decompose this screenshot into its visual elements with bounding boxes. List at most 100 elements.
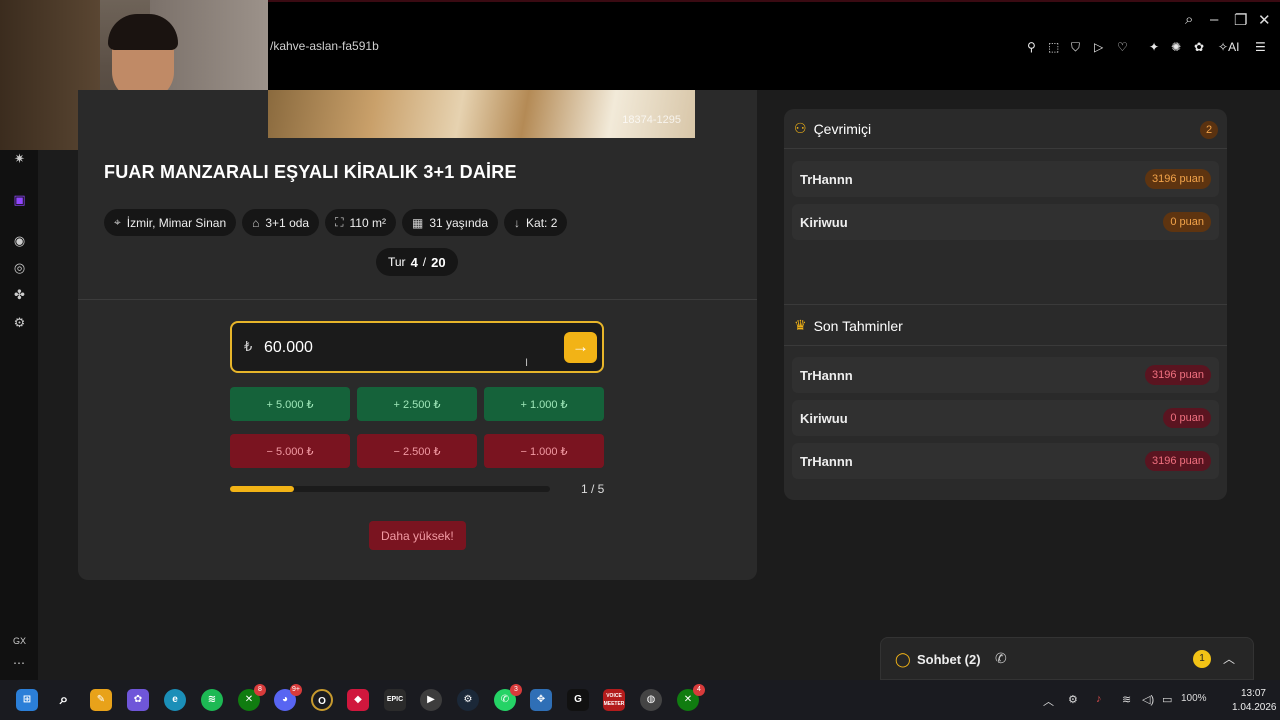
- game-launcher-icon[interactable]: ◆: [347, 689, 369, 711]
- taskbar-clock[interactable]: 13:07 1.04.2026: [1232, 687, 1277, 715]
- screenshot-icon[interactable]: ⬚: [1048, 40, 1059, 54]
- discord-icon[interactable]: ◕ 9+: [274, 684, 302, 711]
- epic-games-icon[interactable]: EPIC: [384, 689, 406, 711]
- microphone-icon[interactable]: ♪: [1096, 693, 1102, 705]
- sidebar-aria-icon[interactable]: ✷: [11, 150, 28, 167]
- clock-date: 1.04.2026: [1232, 702, 1277, 713]
- recent-title: Son Tahminler: [813, 317, 903, 334]
- player-name: TrHannn: [800, 367, 853, 383]
- steam-icon[interactable]: ⚙: [457, 689, 479, 711]
- heart-icon[interactable]: ♡: [1117, 40, 1128, 54]
- recent-guesses-header: ♛ Son Tahminler: [784, 306, 1227, 346]
- mod-icon[interactable]: ✺: [1171, 40, 1181, 54]
- gx-label[interactable]: GX: [13, 636, 26, 646]
- search-icon[interactable]: ⌕: [1185, 11, 1193, 28]
- xbox-icon[interactable]: ✕ 8: [238, 684, 266, 711]
- increase-5000-button[interactable]: + 5.000 ₺: [230, 387, 350, 421]
- copilot-icon[interactable]: ✿: [127, 689, 149, 711]
- sticky-notes-icon[interactable]: ✎: [90, 689, 112, 711]
- increase-2500-button[interactable]: + 2.500 ₺: [357, 387, 477, 421]
- opera-gx-icon[interactable]: O: [311, 689, 333, 711]
- restore-icon[interactable]: ❐: [1234, 11, 1247, 29]
- hint-badge: Daha yüksek!: [369, 521, 466, 550]
- chevron-up-icon[interactable]: ︿: [1223, 650, 1235, 667]
- settings-icon[interactable]: ⚙: [11, 314, 28, 331]
- location-pin-icon: ⌖: [114, 215, 121, 229]
- wifi-icon[interactable]: ≋: [1122, 693, 1131, 706]
- battery-percent: 100%: [1181, 693, 1207, 704]
- edge-icon[interactable]: e: [164, 689, 186, 711]
- battery-icon[interactable]: ▭: [1162, 693, 1172, 706]
- increase-label: + 1.000 ₺: [520, 398, 568, 411]
- decrease-label: − 1.000 ₺: [520, 445, 568, 458]
- tag-age: ▦ 31 yaşında: [401, 209, 499, 236]
- more-icon[interactable]: ⋯: [13, 656, 25, 670]
- listing-photo: 18374-1295: [268, 90, 695, 138]
- phone-icon[interactable]: ✆: [995, 650, 1007, 667]
- address-bar-url[interactable]: /kahve-aslan-fa591b: [270, 39, 379, 53]
- tray-chevron-up-icon[interactable]: ︿: [1043, 693, 1054, 709]
- play-icon[interactable]: ▷: [1094, 40, 1103, 54]
- network-app-icon[interactable]: ✥: [530, 689, 552, 711]
- twitch-icon[interactable]: ▣: [11, 191, 28, 208]
- round-separator: /: [422, 255, 427, 269]
- logitech-icon[interactable]: G: [567, 689, 589, 711]
- online-count-badge: 2: [1200, 121, 1218, 139]
- listing-tags: ⌖ İzmir, Mimar Sinan ⌂ 3+1 oda ⛶ 110 m² …: [104, 209, 568, 236]
- minimize-icon[interactable]: –: [1210, 11, 1218, 28]
- xbox-app-icon[interactable]: ✕ 4: [677, 684, 705, 711]
- spotify-icon[interactable]: ◉: [11, 232, 28, 249]
- voicemeeter-icon[interactable]: VOICE MEETER: [603, 689, 625, 711]
- decrease-5000-button[interactable]: − 5.000 ₺: [230, 434, 350, 468]
- area-icon: ⛶: [335, 215, 344, 229]
- building-icon: ▦: [411, 215, 424, 230]
- divider: [784, 304, 1227, 305]
- guess-field: ₺ I →: [230, 321, 604, 373]
- mods-icon[interactable]: ✤: [11, 286, 28, 303]
- steam-tray-icon[interactable]: ⚙: [1068, 693, 1078, 706]
- pin-icon[interactable]: ⚲: [1027, 40, 1036, 54]
- guess-input[interactable]: [264, 335, 544, 361]
- clock-time: 13:07: [1240, 688, 1266, 699]
- chat-label: Sohbet (2): [917, 652, 981, 667]
- tag-label: Kat: 2: [526, 215, 558, 230]
- divider: [78, 299, 757, 300]
- currency-sign: ₺: [244, 339, 253, 354]
- recent-guess-row: TrHannn 3196 puan: [792, 357, 1219, 393]
- windows-start-icon[interactable]: ⊞: [16, 689, 38, 711]
- attempts-progress-fill: [230, 486, 294, 492]
- increase-label: + 5.000 ₺: [266, 398, 314, 411]
- spotify-icon[interactable]: ≋: [201, 689, 223, 711]
- listing-title: FUAR MANZARALI EŞYALI KİRALIK 3+1 DAİRE: [104, 162, 517, 182]
- extension-badge-icon[interactable]: ✿: [1194, 40, 1204, 54]
- extension-icon[interactable]: ✦: [1149, 40, 1159, 54]
- whatsapp-icon[interactable]: ✆ 3: [494, 684, 522, 711]
- tag-label: 3+1 oda: [265, 215, 310, 230]
- close-icon[interactable]: ✕: [1258, 11, 1271, 29]
- menu-icon[interactable]: ☰: [1255, 40, 1266, 54]
- whatsapp-badge: 3: [510, 684, 522, 696]
- volume-icon[interactable]: ◁): [1142, 693, 1154, 706]
- media-player-icon[interactable]: ▶: [420, 689, 442, 711]
- recent-guess-row: TrHannn 3196 puan: [792, 443, 1219, 479]
- player-points: 0 puan: [1163, 212, 1211, 232]
- increase-1000-button[interactable]: + 1.000 ₺: [484, 387, 604, 421]
- online-player-row: Kiriwuu 0 puan: [792, 204, 1219, 240]
- recent-guess-row: Kiriwuu 0 puan: [792, 400, 1219, 436]
- tag-floor: ↓ Kat: 2: [504, 209, 568, 236]
- chat-dock[interactable]: ◯ Sohbet (2) ✆ 1 ︿: [880, 637, 1254, 680]
- decrease-1000-button[interactable]: − 1.000 ₺: [484, 434, 604, 468]
- xbox-badge: 8: [254, 684, 266, 696]
- tag-label: İzmir, Mimar Sinan: [126, 215, 227, 230]
- shield-icon[interactable]: ⛉: [1071, 40, 1080, 55]
- app-icon[interactable]: ◍: [640, 689, 662, 711]
- decrease-2500-button[interactable]: − 2.500 ₺: [357, 434, 477, 468]
- speed-dial-icon[interactable]: ◎: [11, 259, 28, 276]
- chat-bubble-icon: ◯: [895, 651, 911, 667]
- submit-guess-button[interactable]: →: [564, 332, 597, 363]
- ai-icon[interactable]: ✧AI: [1218, 40, 1239, 54]
- player-name: Kiriwuu: [800, 410, 848, 426]
- ai-label: AI: [1228, 40, 1240, 54]
- tag-location: ⌖ İzmir, Mimar Sinan: [104, 209, 237, 236]
- search-icon[interactable]: ⌕: [53, 689, 75, 711]
